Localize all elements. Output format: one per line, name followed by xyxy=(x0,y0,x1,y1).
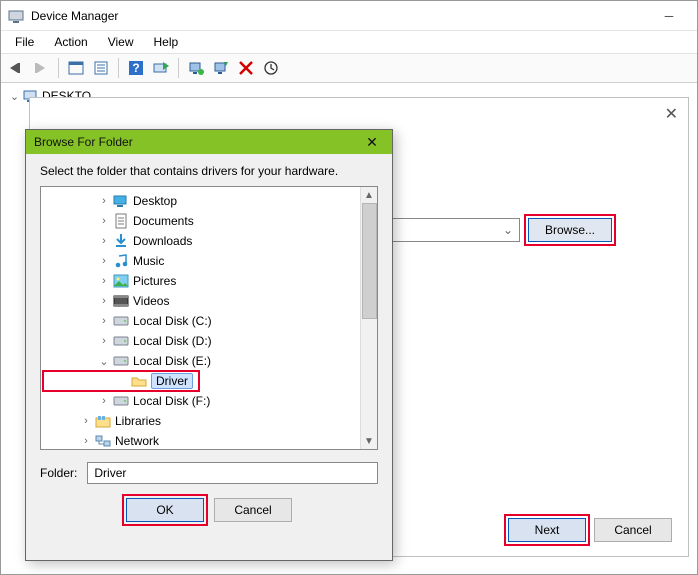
tree-item[interactable]: › Local Disk (F:) xyxy=(43,391,358,411)
toolbar: ? xyxy=(1,53,697,83)
desktop-icon xyxy=(113,193,129,209)
browse-for-folder-dialog: Browse For Folder ✕ Select the folder th… xyxy=(25,129,393,561)
expand-icon[interactable]: › xyxy=(97,295,111,307)
disk-icon xyxy=(113,393,129,409)
scan-icon[interactable] xyxy=(150,57,172,79)
tree-item-label: Local Disk (E:) xyxy=(133,354,211,368)
tree-item-label: Documents xyxy=(133,214,194,228)
tree-item-label: Local Disk (F:) xyxy=(133,394,210,408)
music-icon xyxy=(113,253,129,269)
refresh-icon[interactable] xyxy=(260,57,282,79)
scroll-thumb[interactable] xyxy=(362,203,377,319)
folder-tree-container: › Desktop › Documents › Downloads › Music › Pictu… xyxy=(40,186,378,450)
menu-bar: File Action View Help xyxy=(1,31,697,53)
tree-item[interactable]: › Pictures xyxy=(43,271,358,291)
doc-icon xyxy=(113,213,129,229)
picture-icon xyxy=(113,273,129,289)
collapse-icon[interactable]: ⌄ xyxy=(9,90,20,103)
expand-icon[interactable]: › xyxy=(97,275,111,287)
tree-item-label: Local Disk (C:) xyxy=(133,314,212,328)
dialog-close-icon[interactable]: ✕ xyxy=(360,134,384,151)
ok-button[interactable]: OK xyxy=(126,498,204,522)
menu-action[interactable]: Action xyxy=(44,33,97,51)
expand-icon[interactable]: › xyxy=(97,395,111,407)
tree-item[interactable]: › Music xyxy=(43,251,358,271)
tree-item[interactable]: › Network xyxy=(43,431,358,449)
dialog-cancel-button[interactable]: Cancel xyxy=(214,498,292,522)
tree-item[interactable]: › Desktop xyxy=(43,191,358,211)
tree-item[interactable]: ⌄ Local Disk (E:) xyxy=(43,351,358,371)
tree-item-label: Local Disk (D:) xyxy=(133,334,212,348)
properties-icon[interactable] xyxy=(90,57,112,79)
device-manager-window: Device Manager ─ File Action View Help ?… xyxy=(0,0,698,575)
tree-item-label: Videos xyxy=(133,294,169,308)
tree-item[interactable]: › Local Disk (C:) xyxy=(43,311,358,331)
wizard-cancel-button[interactable]: Cancel xyxy=(594,518,672,542)
collapse-icon[interactable]: ⌄ xyxy=(97,355,111,368)
svg-text:?: ? xyxy=(132,61,139,75)
folder-input[interactable] xyxy=(87,462,378,484)
expand-icon[interactable]: › xyxy=(97,215,111,227)
expand-icon[interactable]: › xyxy=(97,335,111,347)
tree-item[interactable]: › Libraries xyxy=(43,411,358,431)
tree-item[interactable]: › Documents xyxy=(43,211,358,231)
expand-icon[interactable]: › xyxy=(97,255,111,267)
close-icon[interactable]: ✕ xyxy=(665,104,678,124)
update-driver-icon[interactable] xyxy=(185,57,207,79)
download-icon xyxy=(113,233,129,249)
disable-icon[interactable] xyxy=(235,57,257,79)
tree-item-label: Downloads xyxy=(133,234,192,248)
tree-item-label: Desktop xyxy=(133,194,177,208)
folder-icon xyxy=(131,373,147,389)
window-title: Device Manager xyxy=(31,9,647,23)
uninstall-icon[interactable] xyxy=(210,57,232,79)
disk-icon xyxy=(113,313,129,329)
tree-item-label: Libraries xyxy=(115,414,161,428)
tree-item[interactable]: › Local Disk (D:) xyxy=(43,331,358,351)
scroll-up-icon[interactable]: ▲ xyxy=(361,187,377,203)
browse-button[interactable]: Browse... xyxy=(528,218,612,242)
expand-icon[interactable]: › xyxy=(97,235,111,247)
forward-icon[interactable] xyxy=(30,57,52,79)
title-bar: Device Manager ─ xyxy=(1,1,697,31)
tree-item-label: Driver xyxy=(151,373,193,389)
app-icon xyxy=(7,7,25,25)
help-icon[interactable]: ? xyxy=(125,57,147,79)
tree-item[interactable]: › Videos xyxy=(43,291,358,311)
scroll-down-icon[interactable]: ▼ xyxy=(361,433,377,449)
menu-help[interactable]: Help xyxy=(144,33,189,51)
expand-icon[interactable]: › xyxy=(97,195,111,207)
chevron-down-icon: ⌄ xyxy=(503,223,513,237)
expand-icon[interactable]: › xyxy=(79,415,93,427)
tree-item-label: Music xyxy=(133,254,164,268)
tree-item-label: Network xyxy=(115,434,159,448)
scrollbar[interactable]: ▲ ▼ xyxy=(360,187,377,449)
dialog-title: Browse For Folder xyxy=(34,135,133,149)
minimize-button[interactable]: ─ xyxy=(647,2,691,30)
menu-view[interactable]: View xyxy=(98,33,144,51)
folder-label: Folder: xyxy=(40,466,77,480)
folder-tree[interactable]: › Desktop › Documents › Downloads › Music › Pictu… xyxy=(41,187,360,449)
net-icon xyxy=(95,433,111,449)
tree-item[interactable]: › Downloads xyxy=(43,231,358,251)
video-icon xyxy=(113,293,129,309)
menu-file[interactable]: File xyxy=(5,33,44,51)
dialog-subtitle: Select the folder that contains drivers … xyxy=(26,154,392,186)
back-icon[interactable] xyxy=(5,57,27,79)
expand-icon[interactable]: › xyxy=(79,435,93,447)
disk-icon xyxy=(113,333,129,349)
disk-icon xyxy=(113,353,129,369)
next-button[interactable]: Next xyxy=(508,518,586,542)
dialog-title-bar: Browse For Folder ✕ xyxy=(26,130,392,154)
expand-icon[interactable]: › xyxy=(97,315,111,327)
libs-icon xyxy=(95,413,111,429)
show-hidden-icon[interactable] xyxy=(65,57,87,79)
tree-item[interactable]: Driver xyxy=(43,371,199,391)
tree-item-label: Pictures xyxy=(133,274,176,288)
